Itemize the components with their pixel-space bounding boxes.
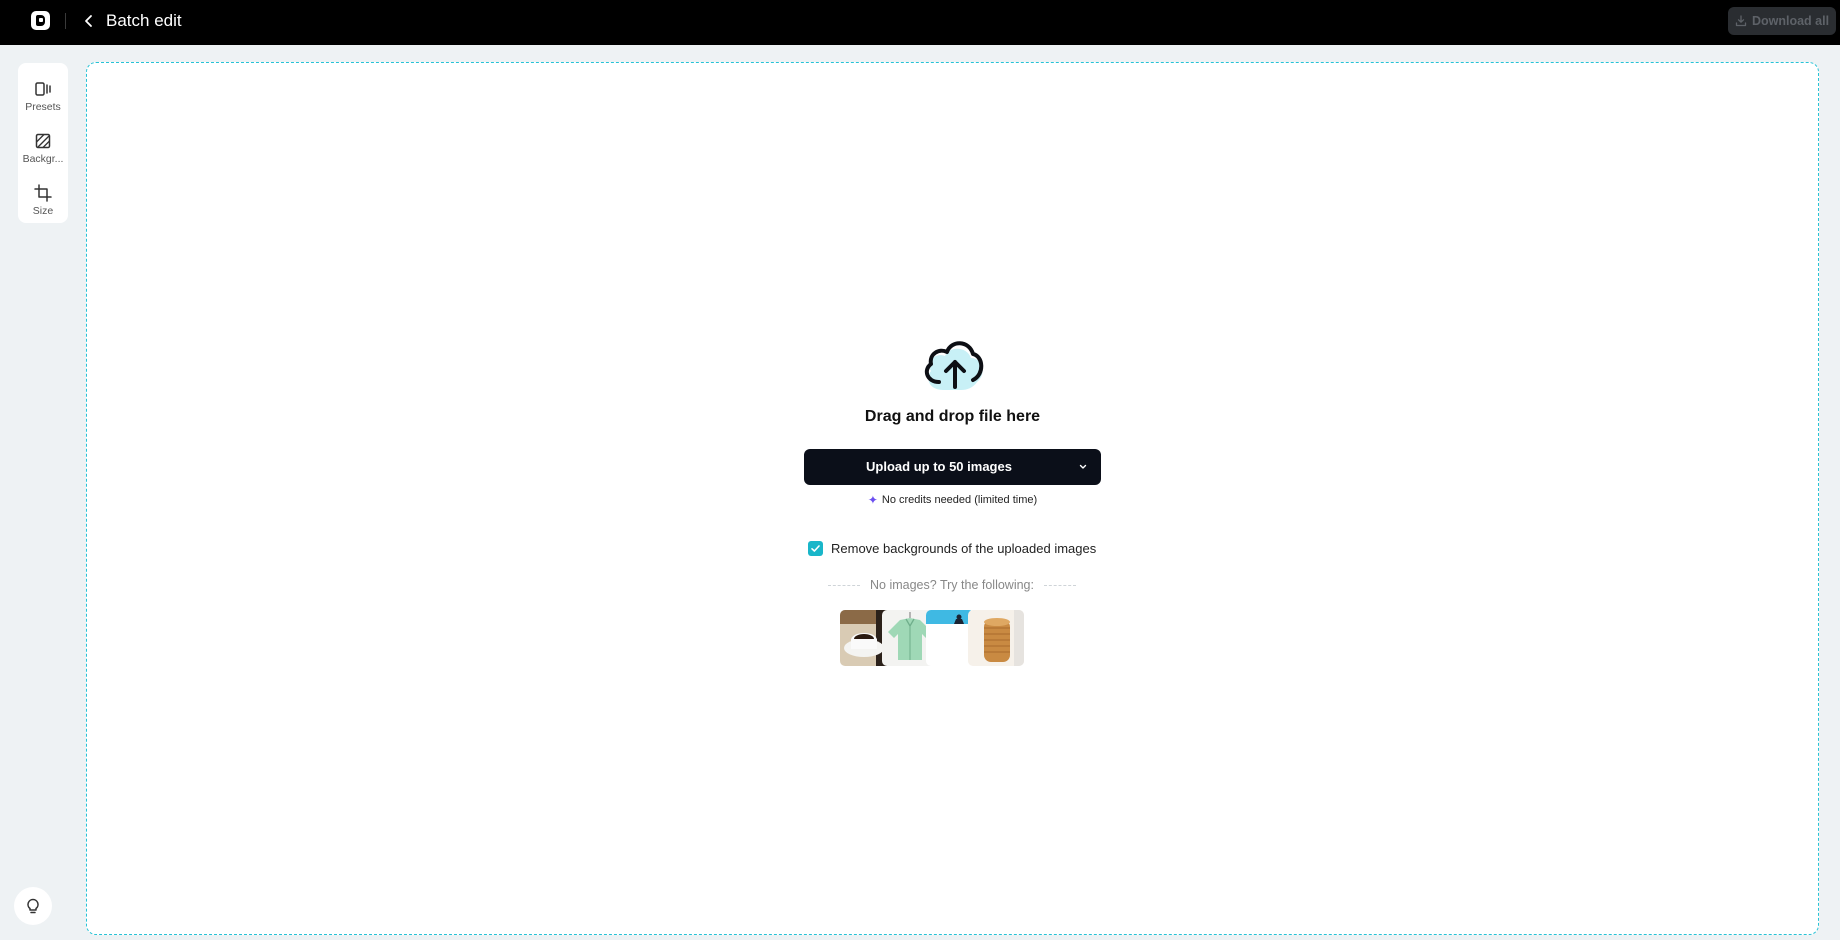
chevron-down-icon[interactable] <box>1076 460 1090 474</box>
top-bar: Batch edit Download all <box>0 0 1840 45</box>
sparkle-icon: ✦ <box>867 493 878 507</box>
tool-background[interactable]: Backgr... <box>18 121 68 167</box>
credits-text: No credits needed (limited time) <box>881 494 1038 506</box>
download-icon <box>1735 15 1747 27</box>
background-icon <box>35 133 51 149</box>
remove-bg-checkbox[interactable] <box>808 540 823 556</box>
sample-images-header: No images? Try the following: <box>820 578 1084 592</box>
tool-panel: Presets Backgr... Size <box>18 63 68 223</box>
tips-button[interactable] <box>14 887 52 925</box>
tool-label: Presets <box>25 101 61 113</box>
download-all-label: Download all <box>1751 14 1830 28</box>
divider <box>1043 584 1076 586</box>
presets-icon <box>35 82 51 96</box>
lightbulb-icon <box>27 898 39 914</box>
divider <box>65 13 66 29</box>
person-on-blue-image <box>926 610 974 666</box>
try-label: No images? Try the following: <box>870 578 1034 592</box>
upload-button-label: Upload up to 50 images <box>866 459 1012 474</box>
chevron-left-icon <box>85 15 92 27</box>
sample-cookies[interactable] <box>968 610 1024 666</box>
back-button[interactable] <box>78 10 100 32</box>
tool-presets[interactable]: Presets <box>18 69 68 115</box>
sample-person-on-blue[interactable] <box>926 610 974 666</box>
app-logo[interactable] <box>31 11 50 30</box>
cookies-image <box>968 610 1024 666</box>
cloud-upload-icon <box>924 341 984 390</box>
remove-bg-label: Remove backgrounds of the uploaded image… <box>831 540 1097 556</box>
tool-size[interactable]: Size <box>18 173 68 219</box>
divider <box>828 584 861 586</box>
check-icon <box>811 544 820 552</box>
remove-bg-option[interactable]: Remove backgrounds of the uploaded image… <box>808 539 1096 557</box>
tool-label: Size <box>32 205 54 217</box>
tool-label: Backgr... <box>22 153 64 165</box>
page-title: Batch edit <box>106 11 182 30</box>
sample-images <box>840 610 1024 666</box>
upload-images-button[interactable]: Upload up to 50 images <box>804 449 1101 485</box>
download-all-button[interactable]: Download all <box>1728 7 1836 35</box>
drag-drop-text: Drag and drop file here <box>864 408 1041 425</box>
credits-note: ✦ No credits needed (limited time) <box>804 494 1101 506</box>
crop-icon <box>34 184 52 202</box>
